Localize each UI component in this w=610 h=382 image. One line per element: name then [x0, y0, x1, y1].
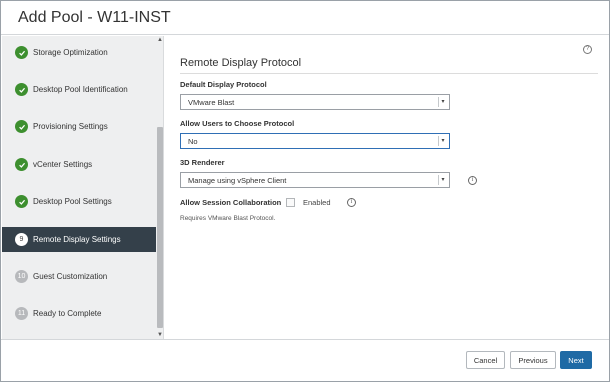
step-storage-optimization[interactable]: Storage Optimization: [2, 40, 156, 65]
section-divider: [180, 73, 598, 74]
step-label: Desktop Pool Settings: [33, 197, 112, 206]
select-value: No: [188, 137, 198, 146]
next-button[interactable]: Next: [560, 351, 592, 369]
allow-choose-protocol-label: Allow Users to Choose Protocol: [180, 119, 295, 128]
step-desktop-pool-settings[interactable]: Desktop Pool Settings: [2, 189, 156, 214]
check-icon: [15, 46, 28, 59]
session-collab-info-icon[interactable]: i: [347, 198, 356, 207]
wizard-steps-sidebar: Storage Optimization Desktop Pool Identi…: [2, 36, 164, 339]
renderer-label: 3D Renderer: [180, 158, 225, 167]
step-remote-display-settings[interactable]: 9 Remote Display Settings: [2, 227, 156, 252]
step-desktop-pool-identification[interactable]: Desktop Pool Identification: [2, 77, 156, 102]
previous-button[interactable]: Previous: [510, 351, 556, 369]
default-protocol-select[interactable]: VMware Blast ▾: [180, 94, 450, 110]
session-collab-checkbox-label[interactable]: Enabled: [303, 198, 331, 207]
renderer-info-icon[interactable]: i: [468, 176, 477, 185]
chevron-down-icon: ▾: [438, 136, 447, 146]
step-label: Remote Display Settings: [33, 235, 121, 244]
chevron-down-icon: ▾: [438, 175, 447, 185]
renderer-select[interactable]: Manage using vSphere Client ▾: [180, 172, 450, 188]
add-pool-dialog: Add Pool - W11-INST Storage Optimization…: [0, 0, 610, 382]
cancel-button[interactable]: Cancel: [466, 351, 505, 369]
scroll-thumb[interactable]: [157, 127, 163, 328]
dialog-title: Add Pool - W11-INST: [18, 9, 171, 26]
step-label: Provisioning Settings: [33, 122, 108, 131]
step-guest-customization[interactable]: 10 Guest Customization: [2, 264, 156, 289]
step-label: Guest Customization: [33, 272, 108, 281]
step-ready-to-complete[interactable]: 11 Ready to Complete: [2, 301, 156, 326]
select-value: Manage using vSphere Client: [188, 176, 287, 185]
check-icon: [15, 83, 28, 96]
dialog-title-bar: Add Pool - W11-INST: [1, 1, 609, 35]
session-collab-checkbox[interactable]: [286, 198, 295, 207]
default-protocol-label: Default Display Protocol: [180, 80, 267, 89]
check-icon: [15, 158, 28, 171]
check-icon: [15, 195, 28, 208]
blast-note: Requires VMware Blast Protocol.: [180, 215, 276, 222]
main-content: ? Remote Display Protocol Default Displa…: [164, 36, 610, 339]
scroll-down-arrow-icon[interactable]: ▼: [156, 331, 163, 339]
step-number: 10: [15, 270, 28, 283]
step-label: Ready to Complete: [33, 309, 102, 318]
step-label: vCenter Settings: [33, 160, 93, 169]
step-provisioning-settings[interactable]: Provisioning Settings: [2, 114, 156, 139]
dialog-footer: Cancel Previous Next: [1, 339, 609, 381]
step-vcenter-settings[interactable]: vCenter Settings: [2, 152, 156, 177]
scroll-up-arrow-icon[interactable]: ▲: [156, 36, 163, 44]
check-icon: [15, 120, 28, 133]
help-icon[interactable]: ?: [583, 45, 592, 54]
select-value: VMware Blast: [188, 98, 235, 107]
step-label: Storage Optimization: [33, 48, 108, 57]
step-number: 11: [15, 307, 28, 320]
section-title: Remote Display Protocol: [180, 57, 302, 69]
session-collab-label: Allow Session Collaboration: [180, 198, 282, 207]
allow-choose-protocol-select[interactable]: No ▾: [180, 133, 450, 149]
step-label: Desktop Pool Identification: [33, 85, 128, 94]
step-number: 9: [15, 233, 28, 246]
sidebar-scrollbar[interactable]: ▲ ▼: [156, 36, 163, 339]
chevron-down-icon: ▾: [438, 97, 447, 107]
